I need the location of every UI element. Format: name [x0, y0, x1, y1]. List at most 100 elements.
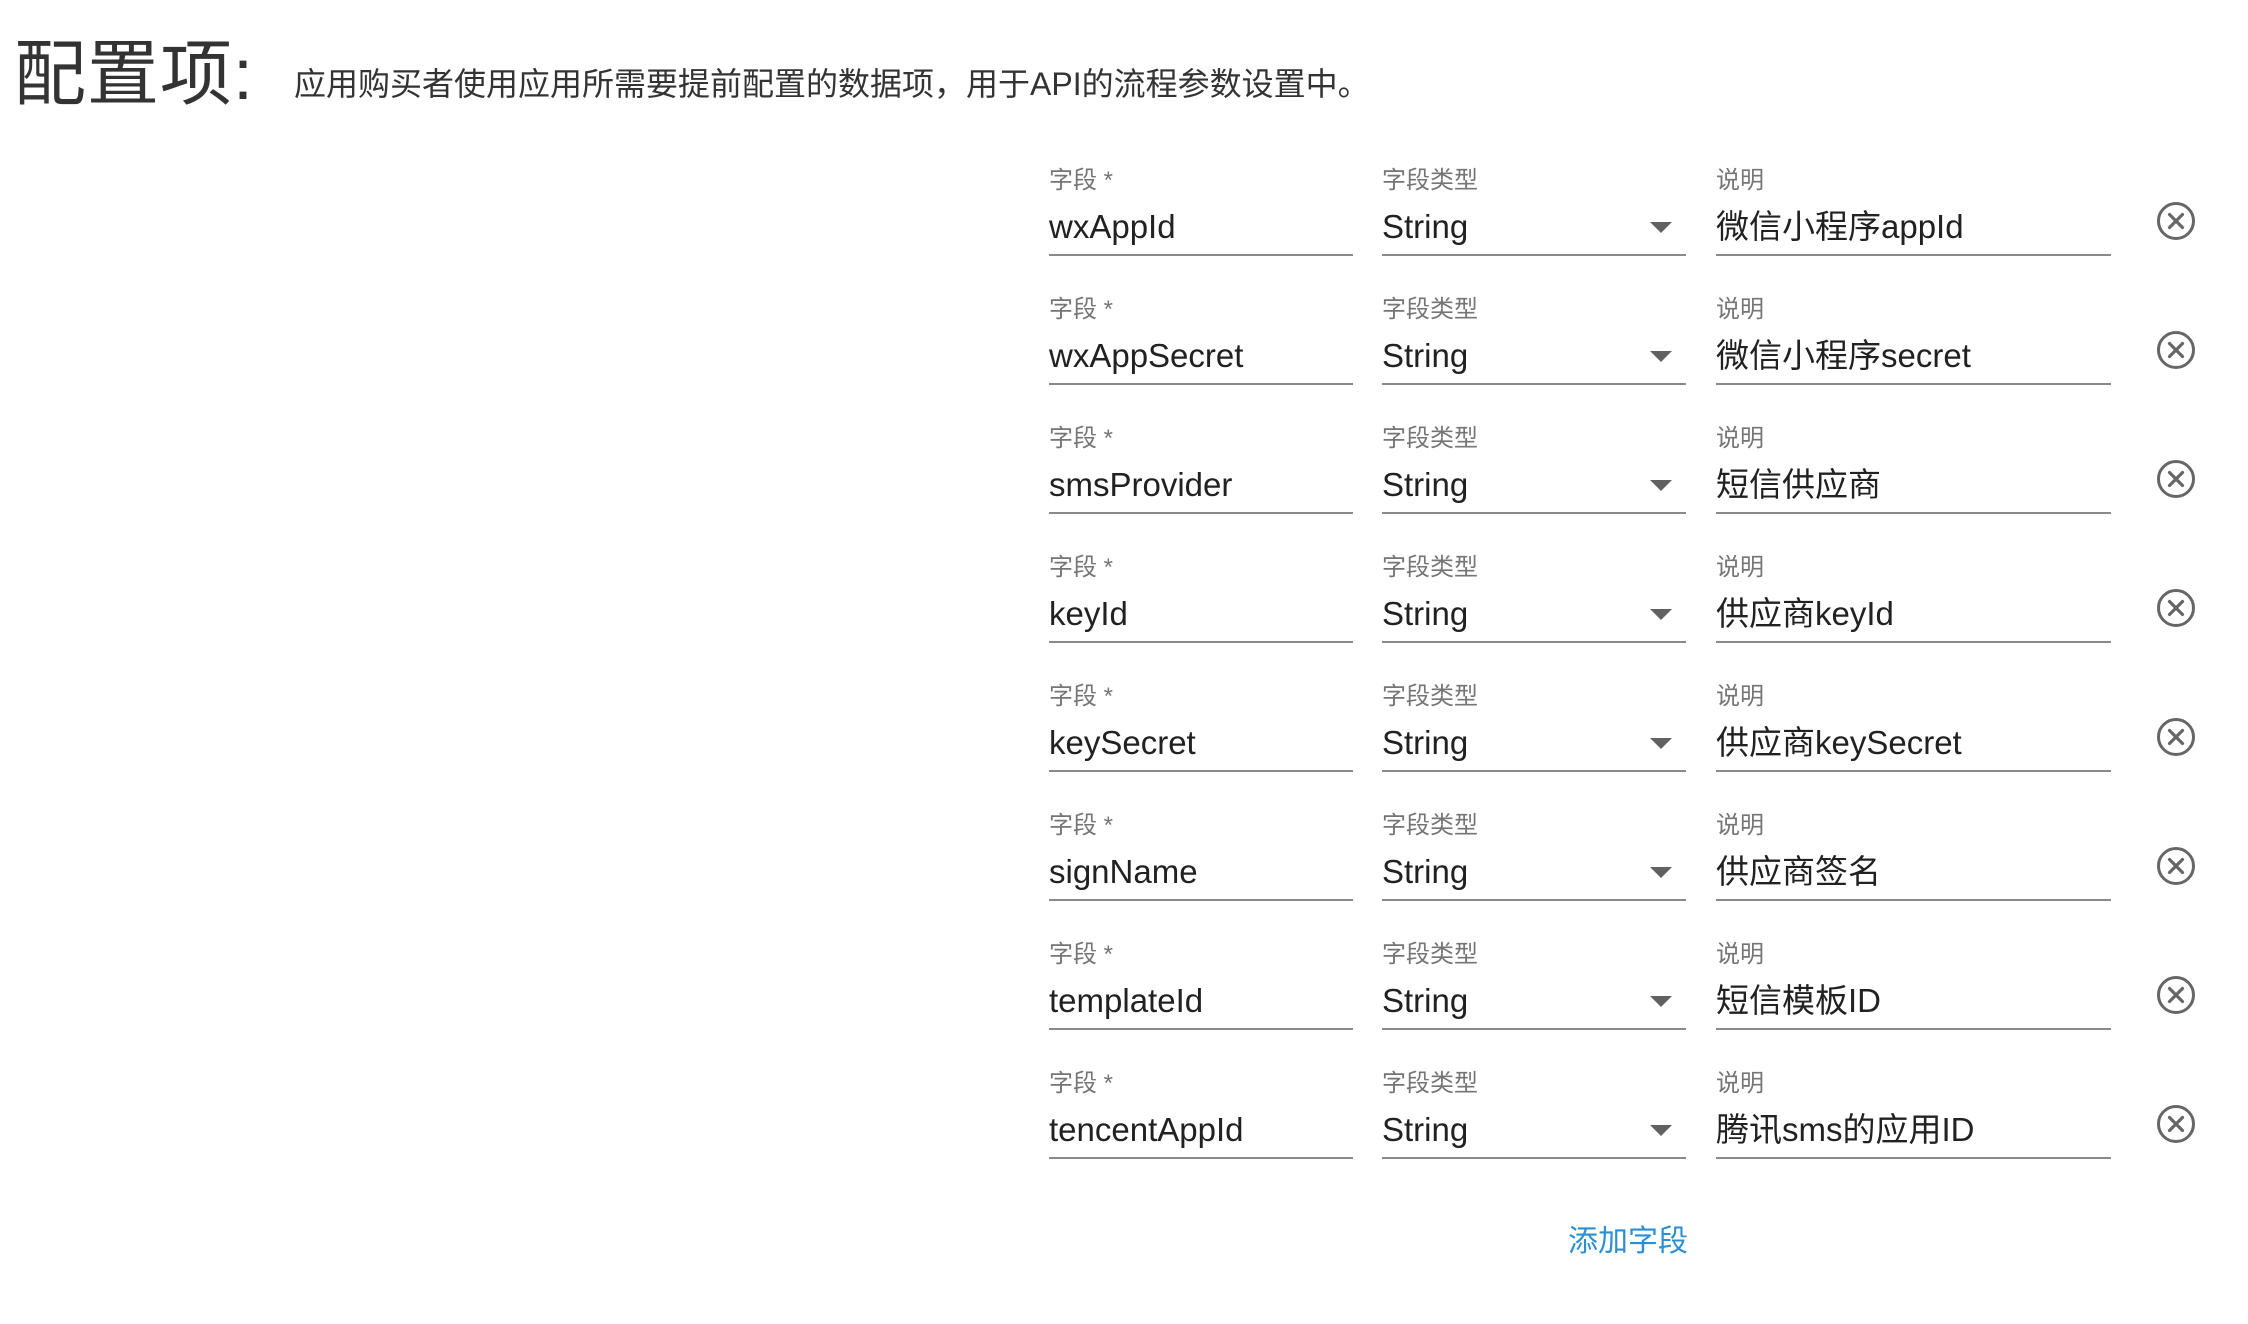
field-name-input[interactable]: 字段 * [1049, 156, 1353, 256]
field-description-label: 说明 [1716, 683, 1764, 710]
field-description-label: 说明 [1716, 812, 1764, 839]
caret-down-icon[interactable] [1650, 738, 1672, 749]
field-description-value[interactable] [1716, 722, 2106, 764]
field-type-select[interactable]: 字段类型 String [1382, 672, 1686, 772]
field-name-label: 字段 * [1049, 1070, 1114, 1097]
field-name-label: 字段 * [1049, 554, 1114, 581]
field-name-value[interactable] [1049, 1109, 1349, 1151]
field-type-label: 字段类型 [1382, 425, 1478, 452]
field-description-value[interactable] [1716, 1109, 2106, 1151]
field-name-input[interactable]: 字段 * [1049, 543, 1353, 643]
field-name-input[interactable]: 字段 * [1049, 930, 1353, 1030]
field-description-input[interactable]: 说明 [1716, 930, 2111, 1030]
field-description-label: 说明 [1716, 425, 1764, 452]
config-row: 字段 * 字段类型 String 说明 [0, 930, 2248, 1060]
field-name-label: 字段 * [1049, 941, 1114, 968]
field-name-value[interactable] [1049, 464, 1349, 506]
caret-down-icon[interactable] [1650, 609, 1672, 620]
caret-down-icon[interactable] [1650, 222, 1672, 233]
field-type-value: String [1382, 1111, 1469, 1148]
field-name-label: 字段 * [1049, 683, 1114, 710]
field-type-value: String [1382, 595, 1469, 632]
config-row: 字段 * 字段类型 String 说明 [0, 543, 2248, 673]
field-type-value: String [1382, 982, 1469, 1019]
field-name-label: 字段 * [1049, 812, 1114, 839]
field-type-select[interactable]: 字段类型 String [1382, 414, 1686, 514]
field-type-value: String [1382, 724, 1469, 761]
field-name-label: 字段 * [1049, 425, 1114, 452]
field-type-label: 字段类型 [1382, 1070, 1478, 1097]
field-description-input[interactable]: 说明 [1716, 801, 2111, 901]
field-name-value[interactable] [1049, 335, 1349, 377]
field-description-input[interactable]: 说明 [1716, 543, 2111, 643]
field-name-value[interactable] [1049, 980, 1349, 1022]
close-circle-icon[interactable] [2155, 974, 2197, 1016]
field-type-label: 字段类型 [1382, 683, 1478, 710]
field-name-value[interactable] [1049, 206, 1349, 248]
field-description-value[interactable] [1716, 206, 2106, 248]
field-type-label: 字段类型 [1382, 554, 1478, 581]
field-description-label: 说明 [1716, 167, 1764, 194]
field-type-label: 字段类型 [1382, 167, 1478, 194]
field-type-select[interactable]: 字段类型 String [1382, 801, 1686, 901]
field-name-input[interactable]: 字段 * [1049, 672, 1353, 772]
field-name-input[interactable]: 字段 * [1049, 414, 1353, 514]
add-field-button[interactable]: 添加字段 [1568, 1222, 1688, 1262]
page-title: 配置项: [14, 35, 255, 115]
field-type-label: 字段类型 [1382, 812, 1478, 839]
close-circle-icon[interactable] [2155, 1103, 2197, 1145]
field-type-label: 字段类型 [1382, 296, 1478, 323]
field-description-value[interactable] [1716, 593, 2106, 635]
field-type-value: String [1382, 853, 1469, 890]
config-row: 字段 * 字段类型 String 说明 [0, 414, 2248, 544]
field-description-input[interactable]: 说明 [1716, 672, 2111, 772]
field-description-label: 说明 [1716, 941, 1764, 968]
field-name-value[interactable] [1049, 851, 1349, 893]
field-type-select[interactable]: 字段类型 String [1382, 930, 1686, 1030]
caret-down-icon[interactable] [1650, 996, 1672, 1007]
field-name-label: 字段 * [1049, 167, 1114, 194]
close-circle-icon[interactable] [2155, 845, 2197, 887]
close-circle-icon[interactable] [2155, 458, 2197, 500]
close-circle-icon[interactable] [2155, 587, 2197, 629]
caret-down-icon[interactable] [1650, 480, 1672, 491]
field-description-input[interactable]: 说明 [1716, 1059, 2111, 1159]
field-type-value: String [1382, 337, 1469, 374]
close-circle-icon[interactable] [2155, 329, 2197, 371]
field-description-value[interactable] [1716, 335, 2106, 377]
field-name-input[interactable]: 字段 * [1049, 285, 1353, 385]
field-description-input[interactable]: 说明 [1716, 156, 2111, 256]
config-row: 字段 * 字段类型 String 说明 [0, 156, 2248, 286]
field-type-value: String [1382, 208, 1469, 245]
page-header: 配置项: 应用购买者使用应用所需要提前配置的数据项，用于API的流程参数设置中。 [14, 30, 1370, 120]
config-row: 字段 * 字段类型 String 说明 [0, 285, 2248, 415]
caret-down-icon[interactable] [1650, 351, 1672, 362]
field-description-value[interactable] [1716, 464, 2106, 506]
page-description: 应用购买者使用应用所需要提前配置的数据项，用于API的流程参数设置中。 [294, 66, 1370, 102]
field-description-label: 说明 [1716, 296, 1764, 323]
field-type-value: String [1382, 466, 1469, 503]
config-row: 字段 * 字段类型 String 说明 [0, 801, 2248, 931]
close-circle-icon[interactable] [2155, 200, 2197, 242]
field-type-select[interactable]: 字段类型 String [1382, 1059, 1686, 1159]
field-description-input[interactable]: 说明 [1716, 414, 2111, 514]
field-description-value[interactable] [1716, 980, 2106, 1022]
caret-down-icon[interactable] [1650, 867, 1672, 878]
field-description-label: 说明 [1716, 1070, 1764, 1097]
field-description-value[interactable] [1716, 851, 2106, 893]
field-type-select[interactable]: 字段类型 String [1382, 156, 1686, 256]
field-name-input[interactable]: 字段 * [1049, 801, 1353, 901]
config-row: 字段 * 字段类型 String 说明 [0, 1059, 2248, 1189]
field-description-input[interactable]: 说明 [1716, 285, 2111, 385]
close-circle-icon[interactable] [2155, 716, 2197, 758]
field-name-input[interactable]: 字段 * [1049, 1059, 1353, 1159]
caret-down-icon[interactable] [1650, 1125, 1672, 1136]
field-name-value[interactable] [1049, 722, 1349, 764]
config-row: 字段 * 字段类型 String 说明 [0, 672, 2248, 802]
field-type-select[interactable]: 字段类型 String [1382, 543, 1686, 643]
field-name-label: 字段 * [1049, 296, 1114, 323]
field-name-value[interactable] [1049, 593, 1349, 635]
field-type-select[interactable]: 字段类型 String [1382, 285, 1686, 385]
field-description-label: 说明 [1716, 554, 1764, 581]
field-type-label: 字段类型 [1382, 941, 1478, 968]
